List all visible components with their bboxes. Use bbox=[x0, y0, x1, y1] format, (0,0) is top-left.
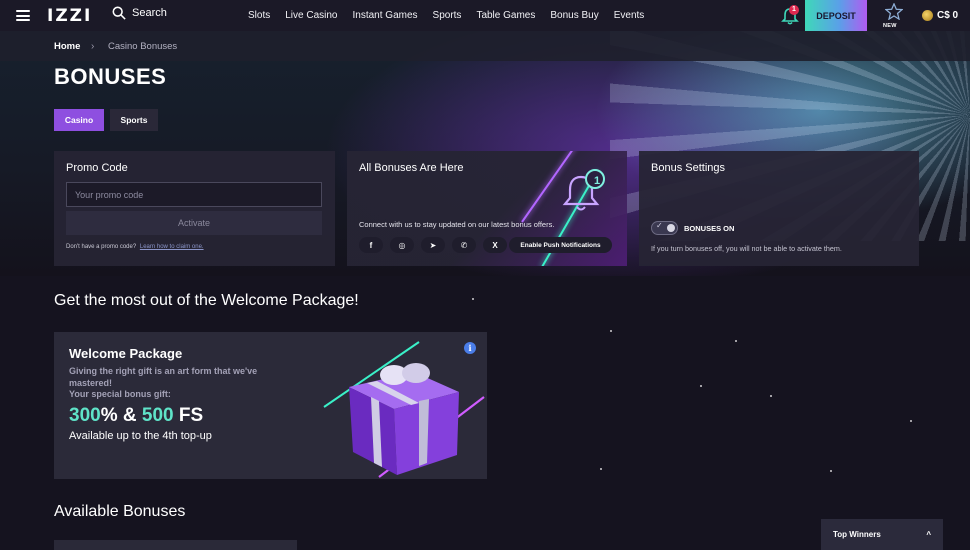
chevron-right-icon: › bbox=[91, 40, 95, 52]
settings-note: If you turn bonuses off, you will not be… bbox=[651, 244, 842, 253]
promo-help-text: Don't have a promo code? bbox=[66, 244, 137, 250]
star-decoration bbox=[910, 420, 912, 422]
bell-badge-digit: 1 bbox=[594, 175, 600, 187]
search-button[interactable]: Search bbox=[112, 6, 167, 20]
nav-item-instant-games[interactable]: Instant Games bbox=[353, 10, 418, 21]
welcome-desc-line: Your special bonus gift: bbox=[69, 389, 171, 399]
all-bonuses-card: 1 All Bonuses Are Here Connect with us t… bbox=[347, 151, 627, 266]
nav-item-table-games[interactable]: Table Games bbox=[476, 10, 535, 21]
bonus-settings-card: Bonus Settings ✓ BONUSES ON If you turn … bbox=[639, 151, 919, 266]
breadcrumb-current: Casino Bonuses bbox=[108, 40, 178, 52]
promo-help: Don't have a promo code? Learn how to cl… bbox=[66, 244, 204, 250]
whatsapp-icon[interactable]: ✆ bbox=[452, 237, 476, 253]
star-decoration bbox=[770, 395, 772, 397]
all-bonuses-title: All Bonuses Are Here bbox=[359, 162, 464, 174]
claim-promo-link[interactable]: Learn how to claim one. bbox=[140, 244, 204, 250]
welcome-package-card[interactable]: Welcome Package Giving the right gift is… bbox=[54, 332, 487, 479]
toggle-label: BONUSES ON bbox=[684, 224, 735, 233]
offer-free-spins: 500 bbox=[141, 405, 174, 426]
welcome-card-title: Welcome Package bbox=[69, 346, 183, 361]
promo-code-card: Promo Code Activate Don't have a promo c… bbox=[54, 151, 335, 266]
balance-amount: C$ 0 bbox=[937, 10, 959, 21]
top-winners-button[interactable]: Top Winners ^ bbox=[821, 519, 943, 550]
balance-display[interactable]: C$ 0 bbox=[922, 10, 958, 21]
breadcrumb: Home › Casino Bonuses bbox=[0, 31, 970, 61]
offer-joiner: % & bbox=[100, 405, 142, 426]
bell-badge-number: 1 bbox=[594, 175, 600, 187]
star-icon bbox=[884, 2, 904, 21]
search-label: Search bbox=[132, 7, 167, 19]
nav-item-bonus-buy[interactable]: Bonus Buy bbox=[550, 10, 598, 21]
x-icon[interactable]: X bbox=[483, 237, 507, 253]
coin-icon bbox=[922, 10, 933, 21]
deposit-button[interactable]: DEPOSIT bbox=[805, 0, 867, 31]
new-games-button[interactable] bbox=[884, 2, 904, 25]
tab-sports[interactable]: Sports bbox=[110, 109, 158, 131]
all-bonuses-text: Connect with us to stay updated on our l… bbox=[359, 220, 555, 229]
welcome-availability: Available up to the 4th top-up bbox=[69, 430, 212, 442]
search-icon bbox=[112, 6, 126, 20]
available-bonus-card bbox=[54, 540, 297, 550]
star-decoration bbox=[600, 468, 602, 470]
info-icon[interactable]: i bbox=[464, 342, 476, 354]
main-nav: Slots Live Casino Instant Games Sports T… bbox=[248, 10, 644, 21]
telegram-icon[interactable]: ➤ bbox=[421, 237, 445, 253]
nav-item-events[interactable]: Events bbox=[614, 10, 645, 21]
instagram-icon[interactable]: ◎ bbox=[390, 237, 414, 253]
star-decoration bbox=[830, 470, 832, 472]
settings-title: Bonus Settings bbox=[651, 162, 725, 174]
top-navigation-bar: IZZI Search Slots Live Casino Instant Ga… bbox=[0, 0, 970, 31]
promo-code-input[interactable] bbox=[66, 182, 322, 207]
tab-casino[interactable]: Casino bbox=[54, 109, 104, 131]
breadcrumb-home[interactable]: Home bbox=[54, 41, 80, 52]
enable-push-button[interactable]: Enable Push Notifications bbox=[509, 237, 612, 253]
welcome-section-title: Get the most out of the Welcome Package! bbox=[54, 292, 359, 309]
offer-percent: 300 bbox=[69, 405, 101, 426]
page-title: BONUSES bbox=[54, 64, 167, 89]
social-links: f ◎ ➤ ✆ X bbox=[359, 237, 507, 253]
gift-box-illustration-icon bbox=[323, 341, 485, 478]
toggle-knob bbox=[667, 224, 675, 232]
promo-card-title: Promo Code bbox=[66, 162, 128, 174]
nav-item-slots[interactable]: Slots bbox=[248, 10, 270, 21]
available-section-title: Available Bonuses bbox=[54, 503, 186, 520]
new-label: NEW bbox=[883, 23, 897, 29]
top-winners-label: Top Winners bbox=[833, 530, 881, 539]
star-decoration bbox=[472, 298, 474, 300]
notification-badge: 1 bbox=[789, 5, 799, 15]
site-logo[interactable]: IZZI bbox=[47, 6, 92, 26]
welcome-desc-line: Giving the right gift is an art form tha… bbox=[69, 366, 258, 388]
nav-item-live-casino[interactable]: Live Casino bbox=[285, 10, 337, 21]
nav-item-sports[interactable]: Sports bbox=[433, 10, 462, 21]
star-decoration bbox=[700, 385, 702, 387]
chevron-up-icon: ^ bbox=[926, 530, 931, 539]
menu-icon[interactable] bbox=[16, 10, 30, 21]
star-decoration bbox=[610, 330, 612, 332]
offer-suffix: FS bbox=[173, 405, 204, 426]
welcome-description: Giving the right gift is an art form tha… bbox=[69, 366, 289, 401]
check-icon: ✓ bbox=[656, 221, 663, 230]
star-decoration bbox=[735, 340, 737, 342]
facebook-icon[interactable]: f bbox=[359, 237, 383, 253]
welcome-offer: 300% & 500 FS bbox=[69, 405, 203, 427]
bonuses-toggle[interactable]: ✓ bbox=[651, 221, 678, 235]
activate-button[interactable]: Activate bbox=[66, 211, 322, 235]
